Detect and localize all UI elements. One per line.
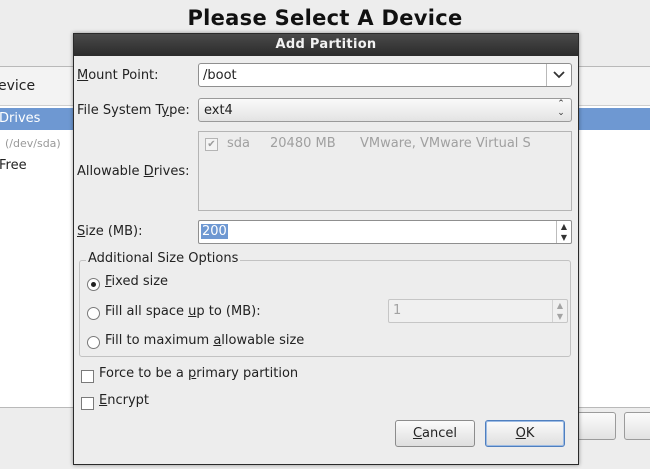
allowable-drives-label: Allowable Drives: bbox=[77, 164, 190, 179]
spin-arrows-icon[interactable]: ▲ ▼ bbox=[552, 300, 567, 322]
up-down-arrows-icon: ⌃ ⌄ bbox=[557, 99, 565, 118]
allowable-drives-list: ✔ sda 20480 MB VMware, VMware Virtual S bbox=[198, 131, 572, 211]
spin-arrows-icon[interactable]: ▲ ▼ bbox=[556, 221, 571, 243]
add-partition-dialog: Add Partition Mount Point: /boot File Sy… bbox=[73, 33, 579, 465]
fs-type-label: File System Type: bbox=[77, 103, 190, 118]
device-row-free[interactable]: Free bbox=[0, 158, 27, 173]
fill-up-to-label[interactable]: Fill all space up to (MB): bbox=[105, 304, 261, 319]
device-header-label: evice bbox=[0, 78, 36, 94]
size-label: Size (MB): bbox=[77, 224, 143, 239]
size-input[interactable]: 200 bbox=[201, 224, 228, 239]
cancel-button[interactable]: Cancel bbox=[395, 420, 475, 447]
fs-type-select[interactable]: ext4 ⌃ ⌄ bbox=[198, 98, 572, 122]
encrypt-label[interactable]: Encrypt bbox=[99, 393, 149, 408]
fill-up-to-spinbox[interactable]: 1 ▲ ▼ bbox=[388, 299, 568, 323]
fixed-size-radio[interactable] bbox=[87, 278, 100, 291]
size-spinbox[interactable]: 200 ▲ ▼ bbox=[198, 220, 572, 244]
additional-size-options-frame: Additional Size Options Fixed size Fill … bbox=[79, 251, 571, 357]
chevron-down-icon[interactable] bbox=[546, 64, 571, 86]
page-title: Please Select A Device bbox=[187, 6, 463, 30]
mount-point-input[interactable]: /boot bbox=[203, 68, 237, 83]
dialog-title: Add Partition bbox=[74, 34, 578, 56]
device-row-sda[interactable]: (/dev/sda) bbox=[5, 137, 61, 150]
background-button-2[interactable] bbox=[624, 412, 650, 440]
drive-checkbox[interactable]: ✔ bbox=[205, 138, 218, 151]
fill-maximum-label[interactable]: Fill to maximum allowable size bbox=[105, 333, 304, 348]
drive-size: 20480 MB bbox=[270, 136, 336, 151]
fill-maximum-radio[interactable] bbox=[87, 336, 100, 349]
drive-model: VMware, VMware Virtual S bbox=[360, 136, 531, 151]
force-primary-checkbox[interactable] bbox=[81, 370, 94, 383]
fs-type-value: ext4 bbox=[204, 103, 233, 118]
encrypt-checkbox[interactable] bbox=[81, 397, 94, 410]
ok-button[interactable]: OK bbox=[485, 420, 565, 447]
drive-name: sda bbox=[227, 136, 250, 151]
force-primary-label[interactable]: Force to be a primary partition bbox=[99, 366, 298, 381]
device-row-label: Drives bbox=[0, 111, 41, 126]
fixed-size-label[interactable]: Fixed size bbox=[105, 274, 168, 289]
fill-up-to-value: 1 bbox=[393, 303, 402, 318]
mount-point-label: Mount Point: bbox=[77, 68, 159, 83]
fill-up-to-radio[interactable] bbox=[87, 307, 100, 320]
mount-point-combo[interactable]: /boot bbox=[198, 63, 572, 87]
additional-size-options-title: Additional Size Options bbox=[86, 251, 241, 266]
